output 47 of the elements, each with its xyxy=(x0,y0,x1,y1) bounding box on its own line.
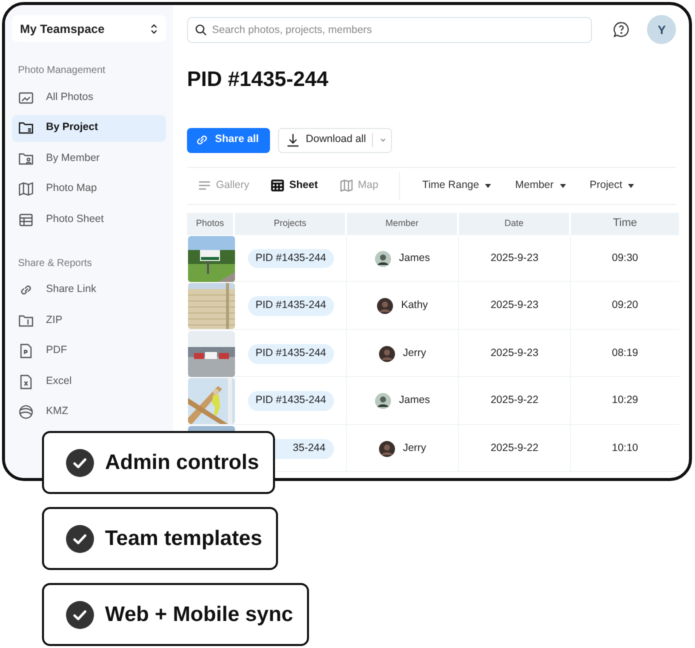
page-title: PID #1435-244 xyxy=(187,67,330,93)
date-cell: 2025-9-22 xyxy=(459,377,571,426)
member-name: Kathy xyxy=(401,298,428,314)
member-name: James xyxy=(399,393,430,408)
column-header: Time xyxy=(612,216,638,232)
project-tag: PID #1435-244 xyxy=(248,391,334,412)
feature-callout: Team templates xyxy=(42,507,278,570)
user-avatar[interactable]: Y xyxy=(647,15,676,44)
sidebar-item[interactable]: Photo Sheet xyxy=(12,206,166,234)
sidebar-item[interactable]: Excel xyxy=(12,368,166,396)
sidebar-item[interactable]: Photo Map xyxy=(12,176,166,203)
sidebar-item[interactable]: ZIP xyxy=(12,307,166,334)
time-cell-text: 09:20 xyxy=(610,298,640,314)
column-header: Projects xyxy=(235,212,347,234)
date-cell: 2025-9-23 xyxy=(459,282,571,330)
filter-dropdown[interactable]: Time Range xyxy=(410,178,504,194)
filter-dropdown[interactable]: Project xyxy=(578,178,646,194)
section-heading: Photo Management xyxy=(17,64,106,78)
view-tab[interactable]: Sheet xyxy=(260,178,329,194)
sidebar-item[interactable]: By Member xyxy=(12,145,166,172)
column-header: Member xyxy=(347,212,459,234)
date-cell: 2025-9-23 xyxy=(459,234,571,282)
workspace-selector[interactable]: My Teamspace xyxy=(12,15,166,42)
date-cell: 2025-9-22 xyxy=(459,424,571,473)
sidebar-item[interactable]: By Project xyxy=(12,114,166,142)
member-name: James xyxy=(399,250,430,266)
sidebar-item[interactable]: KMZ xyxy=(12,398,166,426)
member-name: Jerry xyxy=(402,441,426,456)
project-tag: PID #1435-244 xyxy=(248,248,334,268)
time-cell-text: 10:29 xyxy=(610,393,640,408)
section-heading: Share & Reports xyxy=(17,256,93,270)
search-field[interactable]: Search photos, projects, members xyxy=(187,16,592,42)
time-cell-text: 08:19 xyxy=(610,346,640,361)
project-tag: PID #1435-244 xyxy=(248,296,334,316)
date-cell: 2025-9-23 xyxy=(459,330,571,378)
column-header: Date xyxy=(459,212,571,234)
download-all-button[interactable]: Download all xyxy=(278,128,392,152)
sidebar-item[interactable]: All Photos xyxy=(12,84,166,112)
project-tag: PID #1435-244 xyxy=(248,344,334,364)
feature-callout: Web + Mobile sync xyxy=(42,583,310,646)
time-cell-text: 10:10 xyxy=(610,441,640,456)
time-cell-text: 09:30 xyxy=(610,250,640,266)
sidebar-item[interactable]: Share Link xyxy=(12,276,166,304)
filter-dropdown[interactable]: Member xyxy=(503,178,578,194)
sidebar-item[interactable]: PDF xyxy=(12,338,166,365)
member-name: Jerry xyxy=(402,346,426,361)
share-all-button[interactable]: Share all xyxy=(187,128,270,152)
